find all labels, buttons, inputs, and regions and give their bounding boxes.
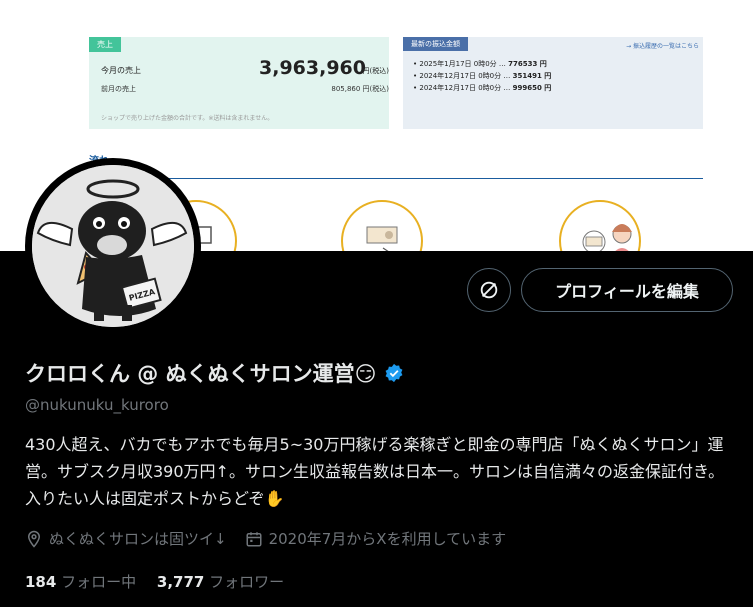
verified-badge-icon[interactable] <box>383 362 405 384</box>
location-icon <box>27 530 41 548</box>
joined-date: 2020年7月からXを利用しています <box>268 530 507 548</box>
this-month-row: 今月の売上 3,963,960 円(税込) <box>101 57 389 83</box>
person-icon <box>582 224 632 251</box>
sales-tag: 売上 <box>89 37 121 52</box>
recent-tag: 最新の振込金額 <box>403 37 468 51</box>
grok-analyze-button[interactable] <box>467 268 511 312</box>
sales-note: ショップで売り上げた金額の合計です。※送料は含まれません。 <box>101 115 274 122</box>
banknote-icon <box>366 226 398 251</box>
calendar-icon <box>246 531 262 546</box>
recent-transfers-card: 最新の振込金額 → 振込履歴の一覧はこちら • 2025年1月17日 0時0分 … <box>403 37 703 129</box>
list-item: • 2024年12月17日 0時0分 … 999650 円 <box>413 84 552 92</box>
step-illustration-3 <box>559 200 641 251</box>
following-count: 184 <box>25 573 57 591</box>
display-name: クロロくん @ ぬくぬくサロン運営😏 <box>25 358 405 388</box>
this-month-value: 3,963,960 <box>259 57 366 79</box>
followers-count: 3,777 <box>156 573 205 591</box>
steps-divider <box>89 178 703 179</box>
following-label: フォロー中 <box>61 573 137 591</box>
followers-link[interactable]: 3,777 フォロワー <box>157 573 284 591</box>
sales-card: 売上 今月の売上 3,963,960 円(税込) 前月の売上 805,860 円… <box>89 37 389 129</box>
list-item: • 2024年12月17日 0時0分 … 351491 円 <box>413 72 552 80</box>
handle: @nukunuku_kuroro <box>25 396 169 414</box>
mascot-icon: PIZZA <box>32 165 194 327</box>
edit-profile-button[interactable]: プロフィールを編集 <box>521 268 733 312</box>
this-month-unit: 円(税込) <box>362 67 389 75</box>
last-month-value: 805,860 円(税込) <box>331 85 389 93</box>
list-item: • 2025年1月17日 0時0分 … 776533 円 <box>413 60 547 68</box>
transfer-list: • 2025年1月17日 0時0分 … 776533 円 • 2024年12月1… <box>413 59 551 95</box>
last-month-row: 前月の売上 805,860 円(税込) <box>101 84 389 96</box>
step-illustration-2 <box>341 200 423 251</box>
avatar[interactable]: PIZZA <box>25 158 201 334</box>
location-text: ぬくぬくサロンは固ツイ↓ <box>49 530 227 548</box>
display-name-text: クロロくん @ ぬくぬくサロン運営😏 <box>25 362 377 386</box>
followers-label: フォロワー <box>209 573 285 591</box>
following-link[interactable]: 184 フォロー中 <box>25 573 136 591</box>
profile-meta: ぬくぬくサロンは固ツイ↓ 2020年7月からXを利用しています <box>25 528 506 549</box>
this-month-label: 今月の売上 <box>101 66 141 75</box>
grok-icon <box>480 281 498 299</box>
follow-stats: 184 フォロー中 3,777 フォロワー <box>25 571 284 592</box>
last-month-label: 前月の売上 <box>101 85 136 93</box>
transfer-history-link: → 振込履歴の一覧はこちら <box>626 43 699 50</box>
bio: 430人超え、バカでもアホでも毎月5~30万円稼げる楽稼ぎと即金の専門店「ぬくぬ… <box>25 435 725 508</box>
